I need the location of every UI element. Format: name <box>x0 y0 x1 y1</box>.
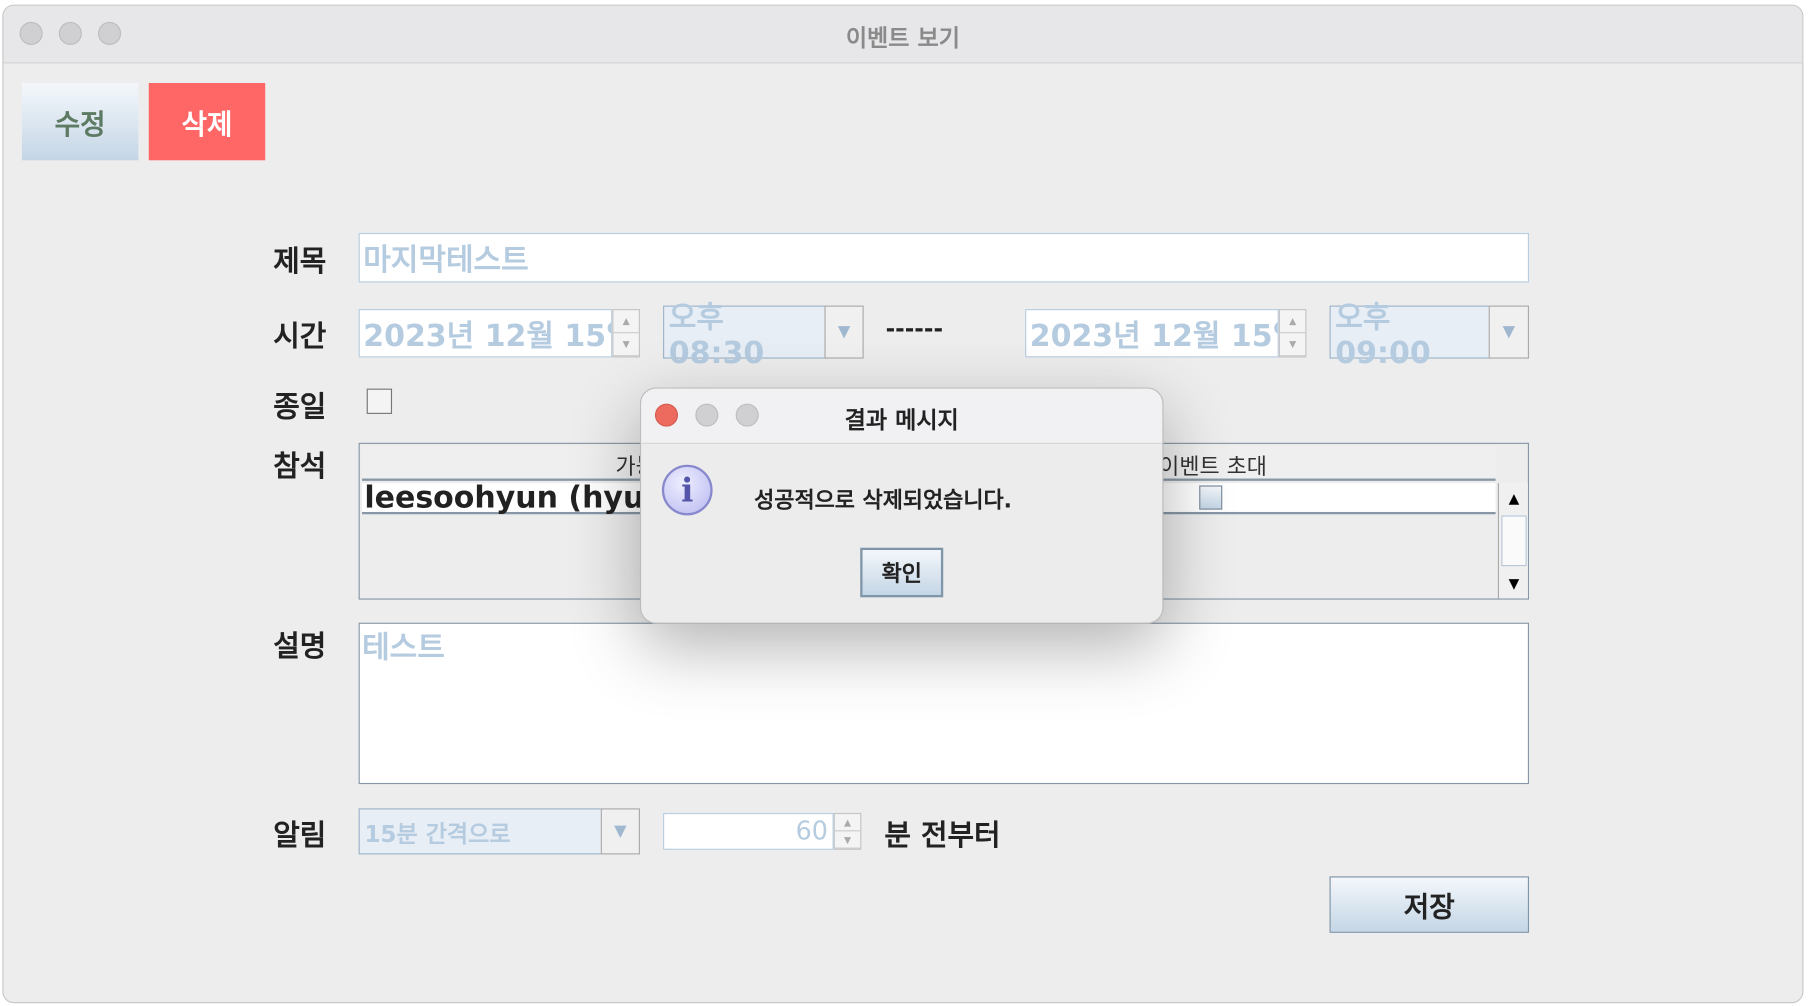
alarm-interval-combo[interactable]: 15분 간격으로 <box>358 808 604 855</box>
save-button[interactable]: 저장 <box>1329 876 1530 933</box>
invite-checkbox[interactable] <box>1199 485 1223 510</box>
edit-button[interactable]: 수정 <box>21 83 139 161</box>
scroll-thumb[interactable] <box>1501 515 1527 567</box>
info-icon: i <box>661 464 713 516</box>
ok-button[interactable]: 확인 <box>860 547 944 598</box>
start-date-input[interactable]: 2023년 12월 15일 <box>358 309 613 358</box>
result-dialog: 결과 메시지 i 성공적으로 삭제되었습니다. 확인 <box>639 387 1164 624</box>
start-date-spinner[interactable]: ▲ ▼ <box>612 309 640 358</box>
end-date-spinner[interactable]: ▲ ▼ <box>1278 309 1307 358</box>
dialog-title-bar: 결과 메시지 <box>641 388 1163 444</box>
scroll-down-icon[interactable]: ▼ <box>1499 568 1529 598</box>
time-separator: ------ <box>885 314 944 343</box>
attend-label: 참석 <box>273 449 327 484</box>
allday-checkbox[interactable] <box>366 388 393 414</box>
attendee-name: leesoohyun (hyun <box>364 480 666 516</box>
scroll-up-icon[interactable]: ▲ <box>1499 483 1529 513</box>
alarm-minutes-spinner[interactable]: ▲ ▼ <box>833 812 862 850</box>
title-label: 제목 <box>273 244 327 278</box>
chevron-down-icon[interactable]: ▼ <box>824 305 864 359</box>
alarm-minutes-input[interactable]: 60 <box>663 812 834 850</box>
time-label: 시간 <box>273 319 327 353</box>
description-textarea[interactable]: 테스트 <box>358 622 1530 785</box>
alarm-suffix: 분 전부터 <box>884 818 1001 853</box>
title-bar: 이벤트 보기 <box>3 5 1803 64</box>
desc-label: 설명 <box>273 629 327 664</box>
window-title: 이벤트 보기 <box>845 24 960 52</box>
alarm-label: 알림 <box>273 818 327 853</box>
chevron-down-icon[interactable]: ▼ <box>1488 305 1530 359</box>
allday-label: 종일 <box>273 389 327 424</box>
end-time-combo[interactable]: 오후 09:00 <box>1329 300 1491 371</box>
dialog-message: 성공적으로 삭제되었습니다. <box>754 487 1012 514</box>
dialog-title: 결과 메시지 <box>844 405 959 434</box>
title-input[interactable]: 마지막테스트 <box>358 232 1530 283</box>
chevron-down-icon[interactable]: ▼ <box>600 808 640 855</box>
delete-button[interactable]: 삭제 <box>148 83 266 161</box>
end-date-input[interactable]: 2023년 12월 15일 <box>1025 309 1279 358</box>
start-time-combo[interactable]: 오후 08:30 <box>663 300 827 371</box>
scrollbar[interactable]: ▲ ▼ <box>1497 483 1529 599</box>
